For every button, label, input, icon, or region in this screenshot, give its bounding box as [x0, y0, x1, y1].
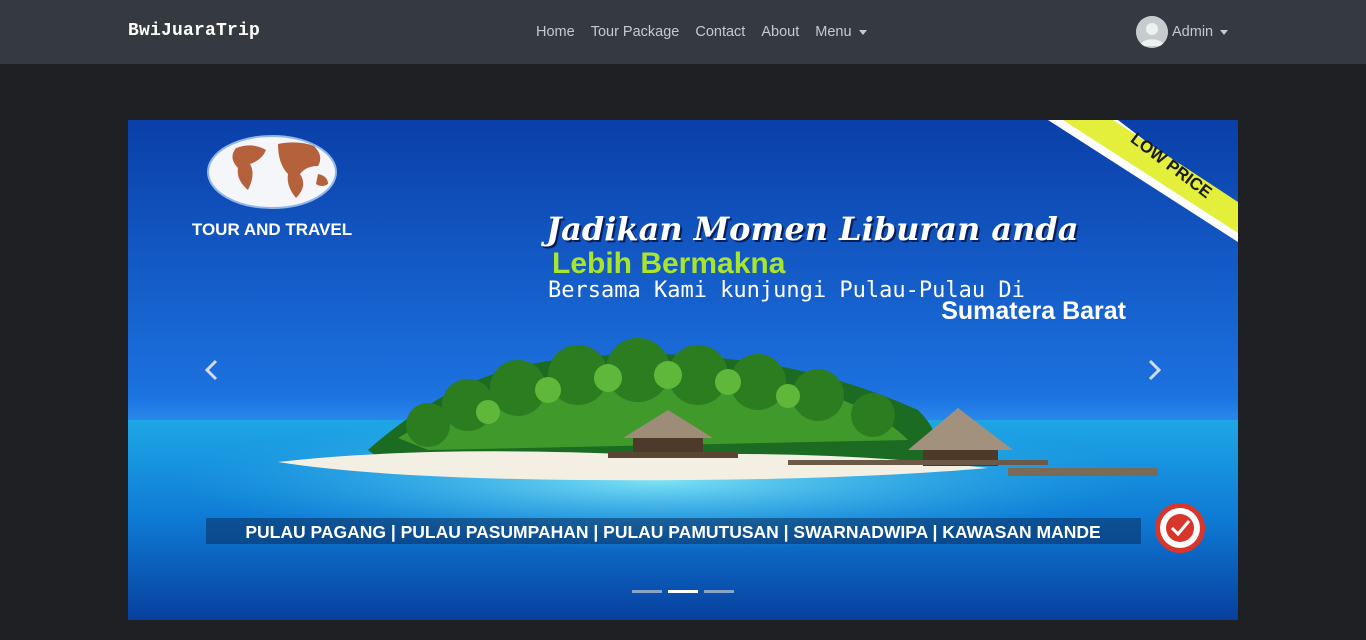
avatar [1136, 16, 1168, 48]
chevron-down-icon [858, 29, 867, 35]
carousel-indicator[interactable] [632, 590, 662, 593]
nav-home[interactable]: Home [528, 24, 583, 40]
carousel-indicator[interactable] [704, 590, 734, 593]
subheadline: Lebih Bermakna [552, 247, 786, 280]
line4: Sumatera Barat [941, 297, 1126, 325]
chevron-left-icon [204, 359, 218, 381]
satisfaction-seal-icon [1155, 503, 1205, 553]
hero-carousel: TOUR AND TRAVEL LOW PRICE Jadikan Momen … [128, 120, 1238, 620]
banner-image: TOUR AND TRAVEL LOW PRICE Jadikan Momen … [128, 120, 1238, 620]
user-menu-dropdown[interactable]: Admin [1136, 16, 1229, 48]
nav-tour-package[interactable]: Tour Package [583, 24, 688, 40]
destinations-strip: PULAU PAGANG | PULAU PASUMPAHAN | PULAU … [245, 522, 1100, 542]
top-navbar: BwiJuaraTrip Home Tour Package Contact A… [0, 0, 1366, 64]
carousel-prev[interactable] [202, 358, 222, 387]
brand-logo[interactable]: BwiJuaraTrip [128, 21, 260, 41]
headline: Jadikan Momen Liburan anda [540, 210, 1079, 248]
nav-menu-label: Menu [815, 24, 852, 40]
main-nav: Home Tour Package Contact About Menu [528, 0, 875, 64]
chevron-right-icon [1148, 359, 1162, 381]
carousel-indicators [632, 590, 734, 593]
chevron-down-icon [1220, 29, 1229, 35]
user-name: Admin [1172, 24, 1214, 40]
carousel-indicator-active[interactable] [668, 590, 698, 593]
globe-logo [207, 135, 337, 209]
carousel-next[interactable] [1144, 358, 1164, 387]
logo-text: TOUR AND TRAVEL [192, 220, 352, 239]
nav-contact[interactable]: Contact [687, 24, 753, 40]
nav-menu-dropdown[interactable]: Menu [807, 24, 874, 40]
nav-about[interactable]: About [753, 24, 807, 40]
